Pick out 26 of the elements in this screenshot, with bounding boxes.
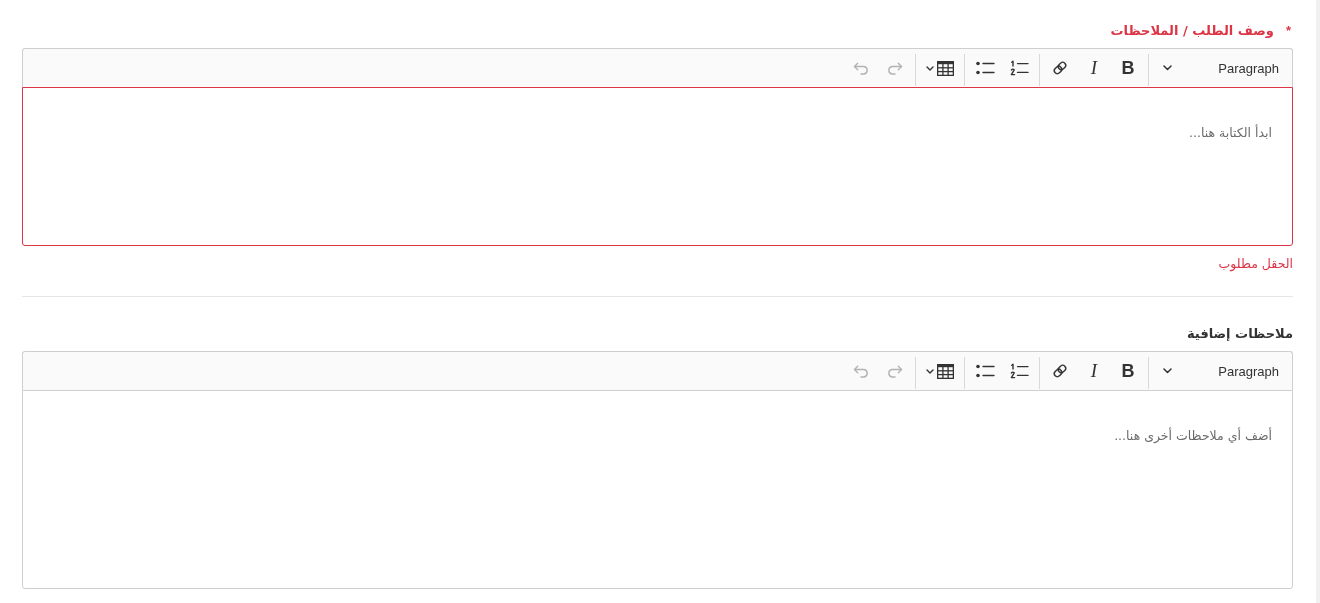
- chevron-down-icon[interactable]: [1163, 65, 1172, 71]
- bold-button[interactable]: B: [1114, 54, 1142, 82]
- numbered-list-icon[interactable]: [1009, 60, 1029, 76]
- link-icon[interactable]: [1052, 363, 1068, 379]
- chevron-down-icon[interactable]: [926, 65, 934, 71]
- required-asterisk: *: [1285, 22, 1291, 38]
- paragraph-dropdown[interactable]: Paragraph: [1155, 54, 1287, 82]
- bulleted-list-icon[interactable]: [975, 364, 995, 378]
- chevron-down-icon[interactable]: [926, 368, 934, 374]
- link-icon[interactable]: [1052, 60, 1068, 76]
- chevron-down-icon[interactable]: [1163, 368, 1172, 374]
- field-label: ملاحظات إضافية: [1186, 325, 1293, 341]
- italic-button[interactable]: I: [1080, 357, 1108, 385]
- bulleted-list-icon[interactable]: [975, 61, 995, 75]
- placeholder-text: أضف أي ملاحظات أخرى هنا...: [1114, 426, 1272, 445]
- editor-content-field[interactable]: أضف أي ملاحظات أخرى هنا...: [22, 390, 1293, 589]
- editor-content-field[interactable]: ابدأ الكتابة هنا...: [22, 87, 1293, 246]
- italic-button[interactable]: I: [1080, 54, 1108, 82]
- table-icon[interactable]: [937, 60, 954, 76]
- field-label: وصف الطلب / الملاحظات: [1110, 22, 1274, 38]
- numbered-list-icon[interactable]: [1009, 363, 1029, 379]
- table-icon[interactable]: [937, 363, 954, 379]
- paragraph-dropdown[interactable]: Paragraph: [1155, 357, 1287, 385]
- placeholder-text: ابدأ الكتابة هنا...: [1189, 123, 1272, 142]
- error-message: الحقل مطلوب: [1218, 255, 1293, 271]
- bold-button[interactable]: B: [1114, 357, 1142, 385]
